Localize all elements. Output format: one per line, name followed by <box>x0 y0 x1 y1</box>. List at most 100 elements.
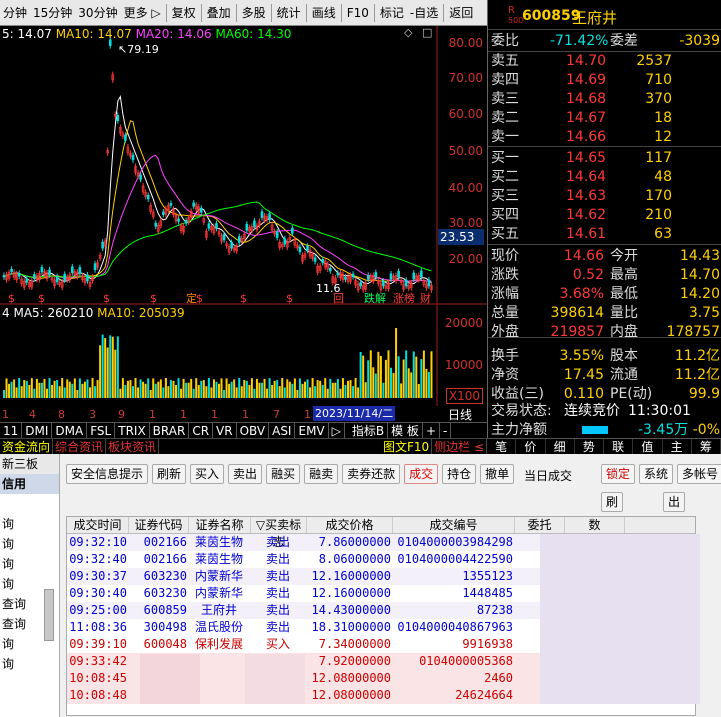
side-tab[interactable]: 值 <box>633 439 663 454</box>
kline-chart[interactable]: ↖79.19 11.6 $ $ $ $ $ $ $ 定回跌解 涨榜财 ◇ □ 5: 14.07 MA10… <box>0 26 487 406</box>
indicator-emv[interactable]: EMV <box>295 423 329 439</box>
side-tab[interactable]: 势 <box>575 439 604 454</box>
candle-body <box>146 194 150 200</box>
indicator-dma[interactable]: DMA <box>52 423 88 439</box>
period-15min[interactable]: 15分钟 <box>30 2 75 24</box>
sell-repay-button[interactable]: 卖券还款 <box>342 464 401 484</box>
col-time[interactable]: 成交时间 <box>67 517 129 533</box>
lock-button[interactable]: 锁定 <box>601 464 636 484</box>
sell-level[interactable]: 卖一 14.66 12 <box>488 128 721 146</box>
indicator-cr[interactable]: CR <box>189 423 214 439</box>
nav-item[interactable]: 新三板 <box>0 454 59 474</box>
cell-code: 600048 <box>143 637 187 651</box>
tongji-button[interactable]: 统计 <box>274 2 304 24</box>
col-name[interactable]: 证券名称 <box>189 517 251 533</box>
biaoji-button[interactable]: 标记 <box>377 2 407 24</box>
volume-bar <box>182 378 185 398</box>
indicator-fsl[interactable]: FSL <box>87 423 116 439</box>
buy-level[interactable]: 买四 14.62 210 <box>488 206 721 224</box>
template-button[interactable]: 模 板 <box>388 423 423 439</box>
tab-news[interactable]: 综合资讯 <box>53 439 107 454</box>
col-side[interactable]: ▽买卖标志 <box>251 517 307 549</box>
buy-level[interactable]: 买五 14.61 63 <box>488 225 721 243</box>
huaxian-button[interactable]: 画线 <box>309 2 339 24</box>
cell-name: 内蒙新华 <box>194 586 243 600</box>
sell-button[interactable]: 卖出 <box>228 464 263 484</box>
side-tab[interactable]: 价 <box>516 439 546 454</box>
indicator-obv[interactable]: OBV <box>237 423 270 439</box>
security-tip-button[interactable]: 安全信息提示 <box>66 464 149 484</box>
cell-time: 11:08:36 <box>69 620 127 634</box>
indicator-vr[interactable]: VR <box>213 423 237 439</box>
zoom-out-button[interactable]: - <box>440 423 452 439</box>
col-code[interactable]: 证券代码 <box>129 517 189 533</box>
period-30min[interactable]: 30分钟 <box>75 2 120 24</box>
sell-level[interactable]: 卖五 14.70 2537 <box>488 52 721 70</box>
indicator-dmi[interactable]: DMI <box>22 423 53 439</box>
back-button[interactable]: 返回 <box>446 2 476 24</box>
nav-item[interactable]: 询 <box>0 654 59 674</box>
sell-level[interactable]: 卖四 14.69 710 <box>488 71 721 89</box>
tab-sidebar[interactable]: 侧边栏 ≤ <box>432 439 487 454</box>
indicator-trix[interactable]: TRIX <box>115 423 150 439</box>
zixuan-button[interactable]: -自选 <box>407 2 441 24</box>
indicator-item[interactable]: 11 <box>0 423 23 439</box>
volume-bar <box>144 383 147 398</box>
col-price[interactable]: 成交价格 <box>307 517 393 533</box>
margin-buy-button[interactable]: 融买 <box>266 464 301 484</box>
cancel-order-button[interactable]: 撤单 <box>480 464 515 484</box>
system-button[interactable]: 系统 <box>639 464 674 484</box>
period-1min[interactable]: 分钟 <box>0 2 30 24</box>
tab-fund-flow[interactable]: 资金流向 <box>0 439 54 454</box>
buy-level[interactable]: 买二 14.64 48 <box>488 168 721 186</box>
buy-level[interactable]: 买三 14.63 170 <box>488 187 721 205</box>
indicator-b[interactable]: 指标B <box>349 423 389 439</box>
level-volume: 12 <box>654 129 672 145</box>
vol-legend: 4 MA5: 260210 MA10: 205039 <box>2 306 185 320</box>
indicator-asi[interactable]: ASI <box>269 423 296 439</box>
volume-bar <box>101 334 104 398</box>
tab-f10[interactable]: 图文F10 <box>381 439 433 454</box>
nav-item[interactable]: 询 <box>0 514 59 534</box>
date-highlight: 2023/11/14/二 <box>313 406 396 421</box>
multi-account-button[interactable]: 多帐号 <box>677 464 721 484</box>
margin-sell-button[interactable]: 融卖 <box>304 464 339 484</box>
sell-level[interactable]: 卖二 14.67 18 <box>488 109 721 127</box>
fuquan-button[interactable]: 复权 <box>169 2 199 24</box>
col-qty[interactable]: 数 <box>565 517 625 533</box>
duogu-button[interactable]: 多股 <box>239 2 269 24</box>
indicator-brar[interactable]: BRAR <box>150 423 190 439</box>
side-tab[interactable]: 主 <box>663 439 692 454</box>
side-tab[interactable]: 细 <box>546 439 575 454</box>
sub-refresh-button[interactable]: 刷 <box>601 492 624 512</box>
indicator-more[interactable]: ▷ <box>329 423 345 439</box>
positions-button[interactable]: 持仓 <box>442 464 477 484</box>
nav-item[interactable]: 询 <box>0 554 59 574</box>
export-button[interactable]: 出 <box>663 492 686 512</box>
side-tab[interactable]: 筹 <box>692 439 721 454</box>
volume-bar <box>215 381 218 398</box>
buy-button[interactable]: 买入 <box>190 464 225 484</box>
zoom-in-button[interactable]: + <box>423 423 440 439</box>
f10-button[interactable]: F10 <box>344 2 372 24</box>
period-more[interactable]: 更多 ▷ <box>121 2 164 24</box>
col-order[interactable]: 委托 <box>515 517 565 533</box>
deals-button[interactable]: 成交 <box>404 464 439 484</box>
nav-item[interactable] <box>0 494 59 514</box>
nav-item[interactable]: 询 <box>0 534 59 554</box>
volume-bar <box>28 384 31 398</box>
candle-body <box>412 272 416 280</box>
period-label[interactable]: 日线 <box>448 406 472 423</box>
nav-scrollbar[interactable] <box>44 589 54 641</box>
trading-panel: 新三板 信用 询 询 询 询 查询 查询 询 询 安全信息提示 刷新 买入 卖出… <box>0 454 721 717</box>
nav-item[interactable]: 信用 <box>0 474 59 494</box>
buy-level[interactable]: 买一 14.65 117 <box>488 149 721 167</box>
side-tab[interactable]: 联 <box>604 439 634 454</box>
diejia-button[interactable]: 叠加 <box>204 2 234 24</box>
col-deal-no[interactable]: 成交编号 <box>393 517 515 533</box>
tab-sector[interactable]: 板块资讯 <box>106 439 160 454</box>
refresh-button[interactable]: 刷新 <box>152 464 187 484</box>
sell-level[interactable]: 卖三 14.68 370 <box>488 90 721 108</box>
side-tab[interactable]: 笔 <box>487 439 517 454</box>
volume-bar <box>116 336 119 398</box>
